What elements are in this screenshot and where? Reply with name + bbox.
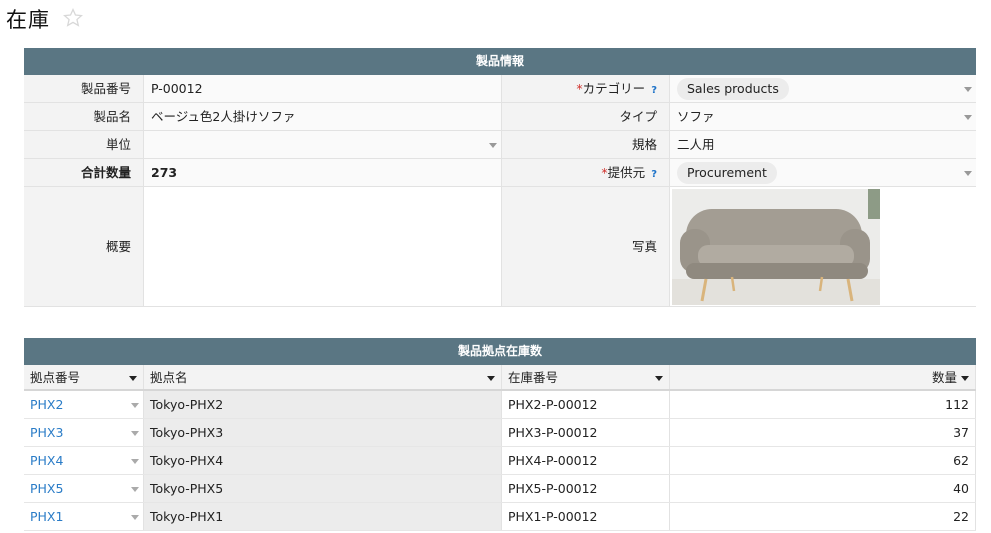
supplier-select[interactable]: Procurement	[670, 159, 976, 186]
row-unit: 単位 規格 二人用	[24, 131, 976, 159]
site-no-cell[interactable]: PHX5	[24, 475, 144, 502]
site-no-link[interactable]: PHX4	[30, 453, 63, 468]
column-header-site-no[interactable]: 拠点番号	[24, 365, 144, 389]
sofa-photo[interactable]	[672, 189, 880, 305]
product-info-panel: 製品情報 製品番号 P-00012 *カテゴリー? Sales products…	[24, 48, 976, 307]
qty-cell[interactable]: 37	[670, 419, 976, 446]
site-no-cell[interactable]: PHX1	[24, 503, 144, 530]
row-product-no: 製品番号 P-00012 *カテゴリー? Sales products	[24, 75, 976, 103]
site-name-cell: Tokyo-PHX3	[144, 419, 502, 446]
unit-label: 単位	[24, 131, 144, 158]
sort-desc-icon[interactable]	[487, 376, 495, 381]
row-summary-photo: 概要 写真	[24, 187, 976, 307]
site-name-cell: Tokyo-PHX5	[144, 475, 502, 502]
site-no-cell[interactable]: PHX3	[24, 419, 144, 446]
supplier-chip: Procurement	[677, 162, 777, 184]
total-qty-value: 273	[144, 159, 502, 186]
supplier-label: *提供元?	[502, 159, 670, 186]
total-qty-label: 合計数量	[24, 159, 144, 186]
type-value: ソファ	[677, 109, 715, 124]
caret-down-icon[interactable]	[964, 171, 972, 176]
caret-down-icon[interactable]	[131, 459, 139, 464]
spec-field[interactable]: 二人用	[670, 131, 976, 158]
column-header-site-name[interactable]: 拠点名	[144, 365, 502, 389]
category-label: *カテゴリー?	[502, 75, 670, 102]
stock-table-panel: 製品拠点在庫数 拠点番号 拠点名 在庫番号 数量 PHX2 Tokyo-PHX2…	[24, 338, 976, 531]
category-select[interactable]: Sales products	[670, 75, 976, 102]
product-no-label: 製品番号	[24, 75, 144, 102]
table-row: PHX2 Tokyo-PHX2 PHX2-P-00012 112	[24, 391, 976, 419]
summary-field[interactable]	[144, 187, 502, 306]
caret-down-icon[interactable]	[964, 87, 972, 92]
stock-no-cell: PHX4-P-00012	[502, 447, 670, 474]
qty-cell[interactable]: 62	[670, 447, 976, 474]
site-name-cell: Tokyo-PHX1	[144, 503, 502, 530]
table-header-row: 拠点番号 拠点名 在庫番号 数量	[24, 365, 976, 391]
stock-no-cell: PHX1-P-00012	[502, 503, 670, 530]
page-title: 在庫	[6, 8, 50, 32]
caret-down-icon[interactable]	[131, 403, 139, 408]
site-name-cell: Tokyo-PHX2	[144, 391, 502, 418]
sort-desc-icon[interactable]	[129, 376, 137, 381]
stock-no-cell: PHX3-P-00012	[502, 419, 670, 446]
photo-label: 写真	[502, 187, 670, 306]
help-icon[interactable]: ?	[651, 169, 657, 180]
row-product-name: 製品名 ベージュ色2人掛けソファ タイプ ソファ	[24, 103, 976, 131]
product-no-field[interactable]: P-00012	[144, 75, 502, 102]
qty-cell[interactable]: 22	[670, 503, 976, 530]
type-select[interactable]: ソファ	[670, 103, 976, 130]
table-row: PHX1 Tokyo-PHX1 PHX1-P-00012 22	[24, 503, 976, 531]
table-row: PHX5 Tokyo-PHX5 PHX5-P-00012 40	[24, 475, 976, 503]
caret-down-icon[interactable]	[489, 143, 497, 148]
product-name-field[interactable]: ベージュ色2人掛けソファ	[144, 103, 502, 130]
column-header-stock-no[interactable]: 在庫番号	[502, 365, 670, 389]
stock-table-header: 製品拠点在庫数	[24, 338, 976, 365]
site-no-link[interactable]: PHX2	[30, 397, 63, 412]
product-info-header: 製品情報	[24, 48, 976, 75]
row-total-qty: 合計数量 273 *提供元? Procurement	[24, 159, 976, 187]
site-no-cell[interactable]: PHX2	[24, 391, 144, 418]
product-name-label: 製品名	[24, 103, 144, 130]
qty-cell[interactable]: 40	[670, 475, 976, 502]
sort-desc-icon[interactable]	[655, 376, 663, 381]
site-name-cell: Tokyo-PHX4	[144, 447, 502, 474]
summary-label: 概要	[24, 187, 144, 306]
qty-cell[interactable]: 112	[670, 391, 976, 418]
star-outline-icon[interactable]	[62, 7, 84, 29]
caret-down-icon[interactable]	[131, 431, 139, 436]
site-no-link[interactable]: PHX3	[30, 425, 63, 440]
site-no-link[interactable]: PHX1	[30, 509, 63, 524]
caret-down-icon[interactable]	[964, 115, 972, 120]
site-no-cell[interactable]: PHX4	[24, 447, 144, 474]
help-icon[interactable]: ?	[651, 85, 657, 96]
type-label: タイプ	[502, 103, 670, 130]
unit-select[interactable]	[144, 131, 502, 158]
column-header-qty[interactable]: 数量	[670, 365, 976, 389]
caret-down-icon[interactable]	[131, 487, 139, 492]
category-chip: Sales products	[677, 78, 789, 100]
photo-cell	[670, 187, 976, 306]
sort-desc-icon[interactable]	[961, 376, 969, 381]
table-row: PHX3 Tokyo-PHX3 PHX3-P-00012 37	[24, 419, 976, 447]
caret-down-icon[interactable]	[131, 515, 139, 520]
table-row: PHX4 Tokyo-PHX4 PHX4-P-00012 62	[24, 447, 976, 475]
site-no-link[interactable]: PHX5	[30, 481, 63, 496]
stock-no-cell: PHX2-P-00012	[502, 391, 670, 418]
stock-no-cell: PHX5-P-00012	[502, 475, 670, 502]
spec-label: 規格	[502, 131, 670, 158]
